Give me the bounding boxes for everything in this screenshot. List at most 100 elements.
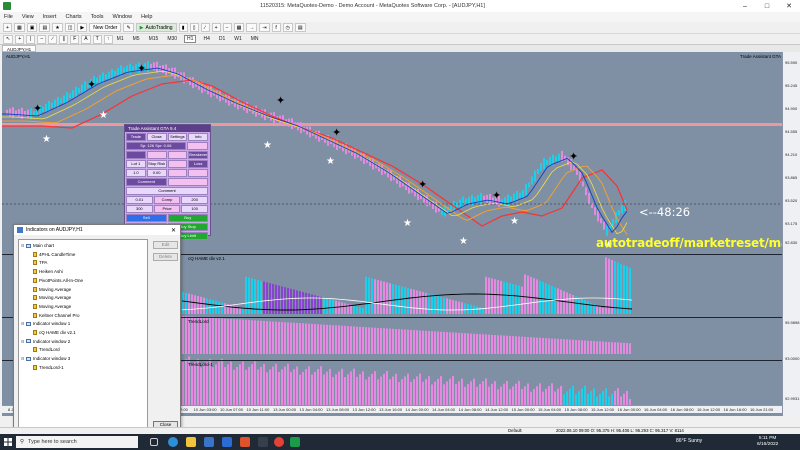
taskbar-clock[interactable]: 5:11 PM 6/16/2022 (757, 436, 778, 448)
app-icon-dark[interactable] (258, 437, 268, 447)
offset-input[interactable]: 100 (181, 205, 209, 213)
tree-window-node[interactable]: ⊟ Main chart (21, 243, 54, 248)
windows-start-icon[interactable] (4, 438, 12, 446)
menu-window[interactable]: Window (113, 14, 133, 20)
tab-trade[interactable]: Trade (126, 133, 146, 141)
timeframe-m30[interactable]: M30 (165, 36, 179, 42)
tree-indicator-node[interactable]: Heiken Ashi (33, 269, 63, 275)
cursor-icon[interactable]: ↖ (3, 34, 14, 44)
metatrader-task-icon[interactable] (290, 437, 300, 447)
timeframe-mn[interactable]: MN (249, 36, 261, 42)
menu-help[interactable]: Help (141, 14, 152, 20)
indicator-tree[interactable]: ⊟ Main chart 4PHL CandleTime TPA Heiken Ashi… (18, 239, 148, 429)
task-view-icon[interactable] (150, 438, 158, 446)
timeframe-m1[interactable]: M1 (115, 36, 126, 42)
menu-charts[interactable]: Charts (65, 14, 81, 20)
tree-indicator-node[interactable]: Moving Average (33, 295, 71, 301)
profiles-icon[interactable]: ▦ (14, 23, 25, 32)
sell-button[interactable]: Sell (126, 214, 167, 222)
crosshair-icon[interactable]: + (15, 34, 25, 44)
menu-insert[interactable]: Insert (43, 14, 57, 20)
mail-icon[interactable] (222, 437, 232, 447)
tree-indicator-node[interactable]: 4PHL CandleTime (33, 251, 75, 257)
lot-input[interactable]: 1.0 (126, 169, 146, 177)
timeframe-h1[interactable]: H1 (184, 35, 197, 43)
collapse-icon[interactable]: ⊟ (21, 243, 25, 248)
collapse-icon[interactable]: ⊟ (21, 321, 25, 326)
autoscroll-icon[interactable]: → (246, 23, 258, 32)
tab-close[interactable]: Close (146, 133, 167, 141)
collapse-icon[interactable]: ⊟ (21, 339, 25, 344)
bar-chart-icon[interactable]: ▮ (178, 23, 188, 32)
tab-settings[interactable]: Settings (167, 133, 188, 141)
tree-indicator-node[interactable]: Moving Average (33, 286, 71, 292)
lot-size-input[interactable]: 0.01 (126, 196, 153, 204)
tree-indicator-node[interactable]: TrendLord (33, 347, 60, 353)
breakeven-button[interactable]: Breakeven (188, 151, 208, 159)
tree-window-node[interactable]: ⊟ Indicator window 3 (21, 356, 70, 361)
market-watch-icon[interactable]: ▣ (26, 23, 38, 32)
new-chart-icon[interactable]: + (3, 23, 12, 32)
navigator-icon[interactable]: ★ (52, 23, 63, 32)
metaeditor-icon[interactable]: ✎ (123, 23, 134, 32)
zoom-in-icon[interactable]: + (211, 23, 221, 32)
tree-indicator-node[interactable]: cQ HAME div v2.1 (33, 330, 76, 335)
tree-indicator-node[interactable]: TPA (33, 260, 47, 266)
buy-button[interactable]: Buy (167, 214, 208, 222)
periods-icon[interactable]: ◷ (282, 23, 293, 32)
timeframe-h4[interactable]: H4 (201, 36, 211, 42)
tile-windows-icon[interactable]: ▦ (233, 23, 245, 32)
tree-indicator-node[interactable]: Keltner Channel Pro (33, 312, 80, 318)
office-icon[interactable] (240, 437, 250, 447)
arrows-icon[interactable]: ↑ (103, 34, 113, 44)
delete-button[interactable]: Delete (153, 253, 178, 261)
timeframe-m5[interactable]: M5 (131, 36, 142, 42)
tp-points-input[interactable]: 200 (181, 196, 209, 204)
timeframe-m15[interactable]: M15 (147, 36, 161, 42)
new-order-button[interactable]: New Order (89, 23, 122, 32)
templates-icon[interactable]: ▤ (294, 23, 306, 32)
taskbar-search-box[interactable]: ⚲ Type here to search (16, 436, 138, 448)
close-window-icon[interactable]: ✕ (778, 0, 800, 12)
collapse-icon[interactable]: ⊟ (21, 356, 25, 361)
weather-readout[interactable]: 86°F Sunny (676, 438, 702, 444)
sl-points-input[interactable]: 300 (126, 205, 153, 213)
trendline-icon[interactable]: ∕ (48, 34, 58, 44)
minimize-icon[interactable]: – (734, 0, 756, 12)
label-icon[interactable]: T (92, 34, 102, 44)
tab-audjpy[interactable]: AUDJPY,H1 (2, 45, 37, 52)
candles-icon[interactable]: ▯ (189, 23, 199, 32)
autotrading-button[interactable]: ▶ AutoTrading (135, 23, 177, 32)
timeframe-w1[interactable]: W1 (232, 36, 244, 42)
fibonacci-icon[interactable]: F (70, 34, 80, 44)
comment-input[interactable]: Comment (126, 187, 208, 195)
edge-icon[interactable] (168, 437, 178, 447)
terminal-icon[interactable]: ◫ (64, 23, 76, 32)
channel-icon[interactable]: ∥ (59, 34, 69, 44)
timeframe-d1[interactable]: D1 (217, 36, 227, 42)
loss-button[interactable]: Loss (188, 160, 208, 168)
file-explorer-icon[interactable] (186, 437, 196, 447)
store-icon[interactable] (204, 437, 214, 447)
panel-slider[interactable] (126, 151, 146, 159)
menu-tools[interactable]: Tools (91, 14, 104, 20)
menu-view[interactable]: View (22, 14, 34, 20)
indicators-icon[interactable]: f (271, 23, 281, 32)
tree-indicator-node[interactable]: Moving Average (33, 303, 71, 309)
tree-window-node[interactable]: ⊟ Indicator window 1 (21, 321, 70, 326)
stop-risk-input[interactable]: 0.00 (146, 169, 167, 177)
tree-indicator-node[interactable]: TrendLord-1 (33, 364, 64, 370)
tab-info[interactable]: Info (188, 133, 208, 141)
menu-file[interactable]: File (4, 14, 13, 20)
line-chart-icon[interactable]: ∕ (200, 23, 210, 32)
tester-icon[interactable]: ▶ (77, 23, 88, 32)
tree-window-node[interactable]: ⊟ Indicator window 2 (21, 339, 70, 344)
chart-shift-icon[interactable]: ⇥ (259, 23, 270, 32)
zoom-out-icon[interactable]: − (222, 23, 232, 32)
tree-indicator-node[interactable]: PivotPoints.All-In-One (33, 277, 83, 283)
horizontal-line-icon[interactable]: – (37, 34, 47, 44)
dialog-close-icon[interactable]: ✕ (171, 227, 176, 234)
data-window-icon[interactable]: ▤ (39, 23, 51, 32)
vertical-line-icon[interactable]: | (26, 34, 36, 44)
maximize-icon[interactable]: □ (756, 0, 778, 12)
